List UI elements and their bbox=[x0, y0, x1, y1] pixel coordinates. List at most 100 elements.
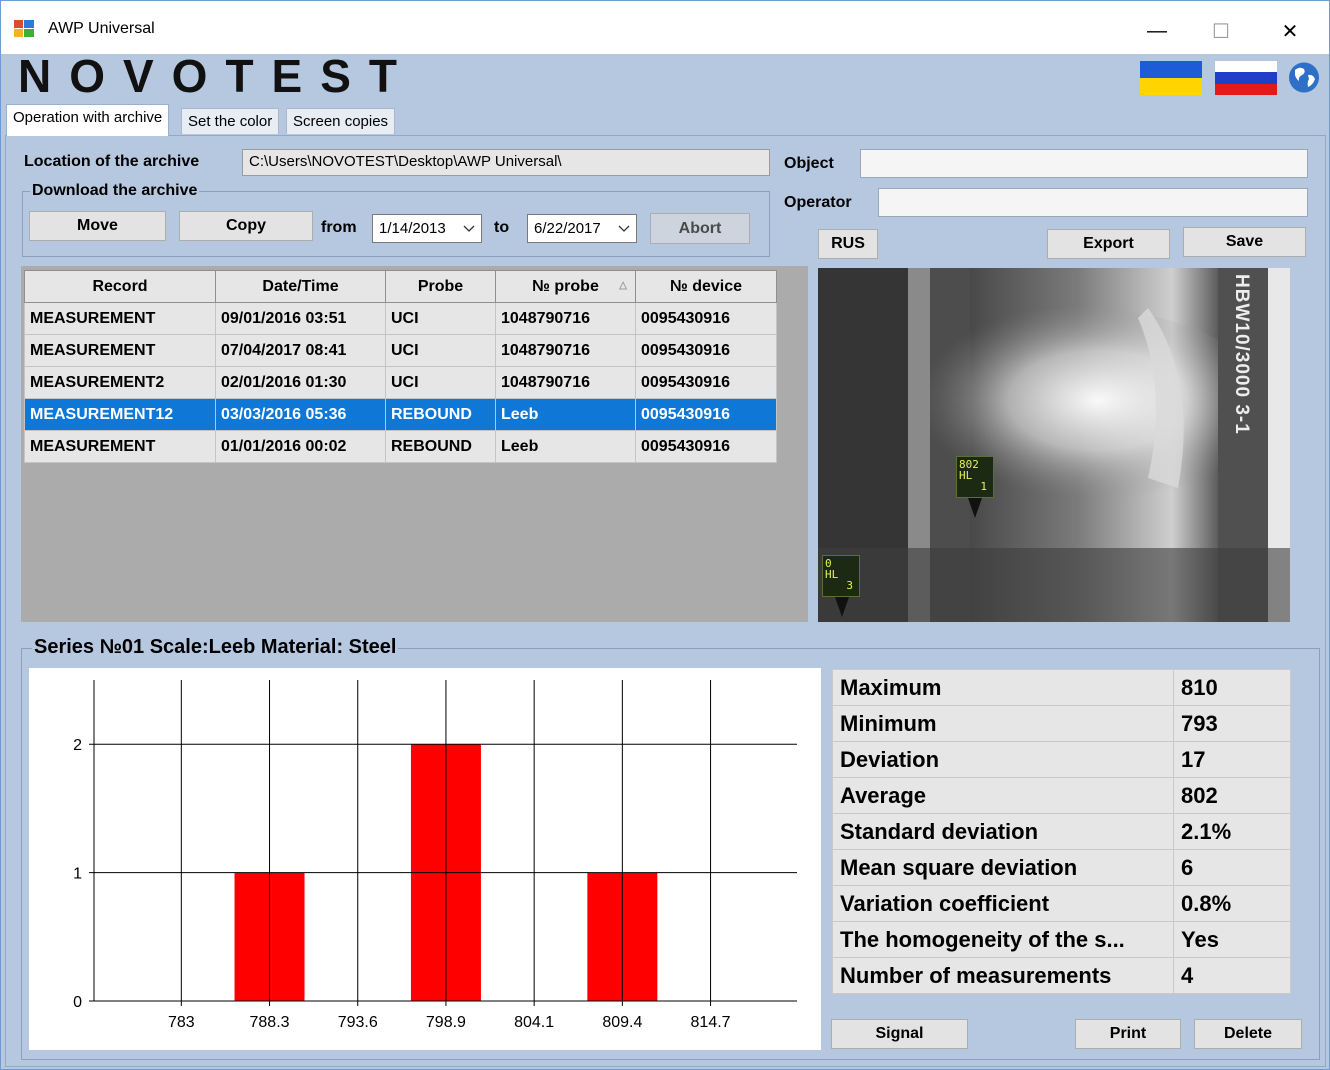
x-tick-label: 809.4 bbox=[602, 1014, 642, 1031]
table-row-selected[interactable]: MEASUREMENT12 03/03/2016 05:36 REBOUND L… bbox=[24, 398, 777, 431]
photo-side-text: HBW10/3000 3-1 bbox=[1231, 274, 1252, 435]
stats-row: Maximum 810 bbox=[832, 669, 1291, 706]
table-row[interactable]: MEASUREMENT 01/01/2016 00:02 REBOUND Lee… bbox=[24, 430, 777, 463]
column-header-device-no[interactable]: № device bbox=[635, 270, 777, 303]
object-label: Object bbox=[784, 155, 834, 172]
cell-record: MEASUREMENT bbox=[24, 334, 216, 367]
flag-ukraine-icon[interactable] bbox=[1140, 61, 1202, 95]
series-title: Series №01 Scale:Leeb Material: Steel bbox=[32, 636, 399, 659]
window-title: AWP Universal bbox=[48, 20, 155, 37]
stats-row: Deviation 17 bbox=[832, 741, 1291, 778]
stats-row: Average 802 bbox=[832, 777, 1291, 814]
globe-icon[interactable] bbox=[1288, 61, 1320, 94]
app-window-icon bbox=[14, 20, 34, 37]
marker-1-scale: HL bbox=[959, 469, 973, 482]
marker-2-scale: HL bbox=[825, 568, 839, 581]
cell-record: MEASUREMENT2 bbox=[24, 366, 216, 399]
stats-label: Standard deviation bbox=[832, 813, 1174, 850]
column-header-record[interactable]: Record bbox=[24, 270, 216, 303]
marker-2-index: 3 bbox=[846, 579, 853, 592]
stats-value: 17 bbox=[1173, 741, 1291, 778]
chevron-down-icon bbox=[618, 225, 630, 232]
tab-set-the-color[interactable]: Set the color bbox=[181, 108, 280, 134]
logo-text: NOVOTEST bbox=[18, 58, 415, 96]
cell-probe: UCI bbox=[385, 302, 496, 335]
title-bar bbox=[1, 1, 1329, 54]
export-button[interactable]: Export bbox=[1047, 229, 1170, 259]
rus-button[interactable]: RUS bbox=[818, 229, 878, 259]
tab-operation-with-archive[interactable]: Operation with archive bbox=[6, 104, 170, 136]
stats-row: Mean square deviation 6 bbox=[832, 849, 1291, 886]
table-row[interactable]: MEASUREMENT2 02/01/2016 01:30 UCI 104879… bbox=[24, 366, 777, 399]
object-field[interactable] bbox=[860, 149, 1308, 178]
maximize-button[interactable]: ☐ bbox=[1198, 12, 1244, 50]
stats-label: Variation coefficient bbox=[832, 885, 1174, 922]
stats-row: Number of measurements 4 bbox=[832, 957, 1291, 994]
print-button[interactable]: Print bbox=[1075, 1019, 1181, 1049]
cell-datetime: 09/01/2016 03:51 bbox=[215, 302, 386, 335]
stats-label: Minimum bbox=[832, 705, 1174, 742]
abort-button[interactable]: Abort bbox=[650, 213, 750, 244]
move-button[interactable]: Move bbox=[29, 211, 166, 241]
cell-probe-no: Leeb bbox=[495, 398, 636, 431]
minimize-button[interactable]: — bbox=[1134, 12, 1180, 50]
stats-value: 6 bbox=[1173, 849, 1291, 886]
marker-2-pin-icon bbox=[835, 597, 849, 617]
stats-value: 802 bbox=[1173, 777, 1291, 814]
novotest-logo: NOVOTEST bbox=[18, 58, 415, 96]
signal-button[interactable]: Signal bbox=[831, 1019, 968, 1049]
operator-field[interactable] bbox=[878, 188, 1308, 217]
cell-record: MEASUREMENT bbox=[24, 430, 216, 463]
chevron-down-icon bbox=[463, 225, 475, 232]
stats-label: Average bbox=[832, 777, 1174, 814]
marker-1-pin-icon bbox=[968, 498, 982, 518]
stats-value: 2.1% bbox=[1173, 813, 1291, 850]
table-row[interactable]: MEASUREMENT 07/04/2017 08:41 UCI 1048790… bbox=[24, 334, 777, 367]
measurement-photo: HBW10/3000 3-1 802 HL 1 0 HL 3 bbox=[818, 268, 1290, 622]
archive-location-field[interactable]: C:\Users\NOVOTEST\Desktop\AWP Universal\ bbox=[242, 149, 770, 176]
cell-datetime: 02/01/2016 01:30 bbox=[215, 366, 386, 399]
from-date-value: 1/14/2013 bbox=[379, 220, 446, 237]
stats-value: Yes bbox=[1173, 921, 1291, 958]
cell-probe-no: 1048790716 bbox=[495, 302, 636, 335]
stats-label: Deviation bbox=[832, 741, 1174, 778]
copy-button[interactable]: Copy bbox=[179, 211, 313, 241]
column-header-probe-no[interactable]: № probe △ bbox=[495, 270, 636, 303]
column-header-probe[interactable]: Probe bbox=[385, 270, 496, 303]
cell-probe: REBOUND bbox=[385, 398, 496, 431]
from-label: from bbox=[321, 219, 357, 236]
stats-value: 810 bbox=[1173, 669, 1291, 706]
stats-label: Maximum bbox=[832, 669, 1174, 706]
table-row[interactable]: MEASUREMENT 09/01/2016 03:51 UCI 1048790… bbox=[24, 302, 777, 335]
sort-ascending-icon: △ bbox=[619, 280, 627, 291]
cell-device-no: 0095430916 bbox=[635, 398, 777, 431]
stats-row: Variation coefficient 0.8% bbox=[832, 885, 1291, 922]
cell-datetime: 03/03/2016 05:36 bbox=[215, 398, 386, 431]
cell-probe-no: 1048790716 bbox=[495, 334, 636, 367]
close-button[interactable]: ✕ bbox=[1267, 12, 1313, 50]
x-tick-label: 804.1 bbox=[514, 1014, 554, 1031]
tab-screen-copies[interactable]: Screen copies bbox=[286, 108, 396, 134]
to-date-picker[interactable]: 6/22/2017 bbox=[527, 214, 637, 243]
stats-row: The homogeneity of the s... Yes bbox=[832, 921, 1291, 958]
cell-device-no: 0095430916 bbox=[635, 334, 777, 367]
stats-value: 793 bbox=[1173, 705, 1291, 742]
stats-value: 0.8% bbox=[1173, 885, 1291, 922]
delete-button[interactable]: Delete bbox=[1194, 1019, 1302, 1049]
save-button[interactable]: Save bbox=[1183, 227, 1306, 257]
records-table: Record Date/Time Probe № probe △ № devic… bbox=[24, 270, 777, 463]
flag-russia-icon[interactable] bbox=[1215, 61, 1277, 95]
archive-location-label: Location of the archive bbox=[24, 153, 200, 170]
cell-record: MEASUREMENT12 bbox=[24, 398, 216, 431]
cell-probe-no: 1048790716 bbox=[495, 366, 636, 399]
cell-probe: REBOUND bbox=[385, 430, 496, 463]
column-header-datetime[interactable]: Date/Time bbox=[215, 270, 386, 303]
cell-device-no: 0095430916 bbox=[635, 302, 777, 335]
cell-device-no: 0095430916 bbox=[635, 366, 777, 399]
y-tick-label: 2 bbox=[73, 737, 82, 754]
from-date-picker[interactable]: 1/14/2013 bbox=[372, 214, 482, 243]
x-tick-label: 798.9 bbox=[426, 1014, 466, 1031]
stats-row: Standard deviation 2.1% bbox=[832, 813, 1291, 850]
cell-record: MEASUREMENT bbox=[24, 302, 216, 335]
stats-label: Mean square deviation bbox=[832, 849, 1174, 886]
